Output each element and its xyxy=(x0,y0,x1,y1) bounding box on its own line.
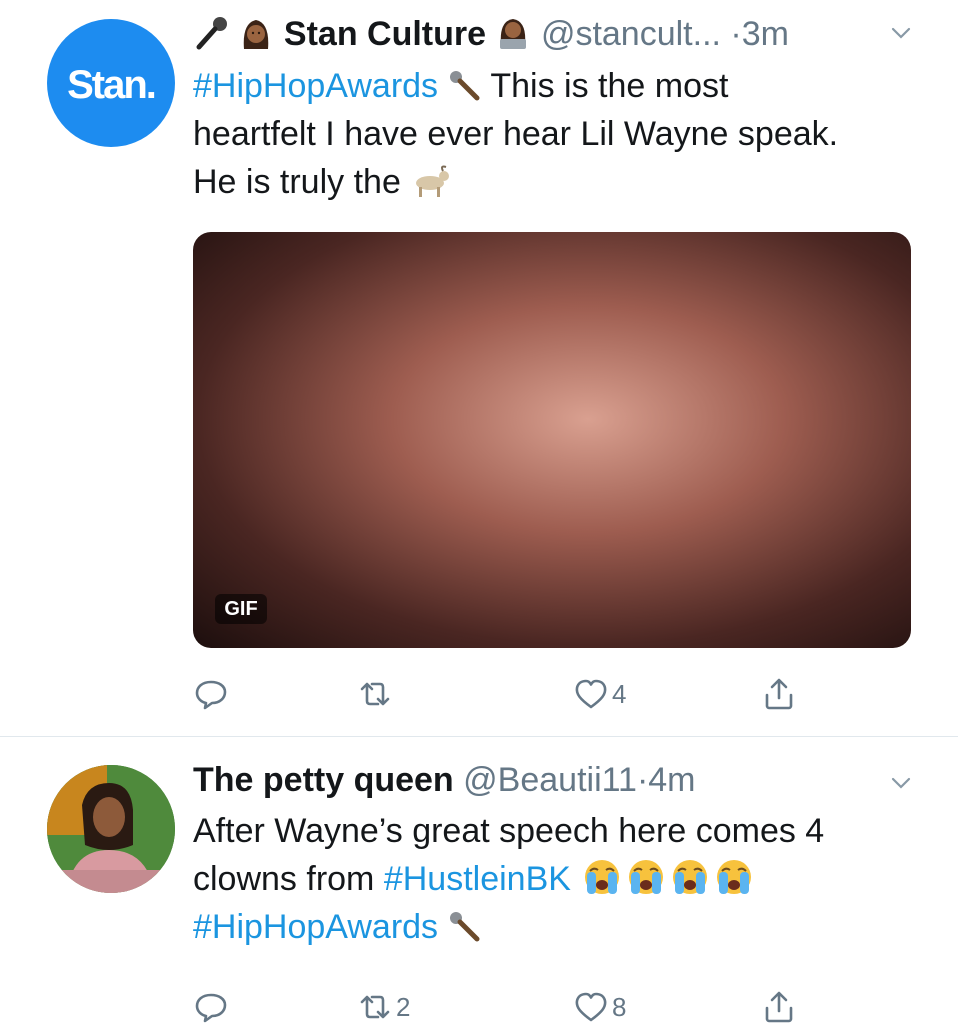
like-button[interactable]: 8 xyxy=(574,987,626,1027)
crying-emoji-row xyxy=(580,860,756,898)
crying-face-emoji-icon xyxy=(673,860,708,894)
tweet-header: The petty queen @Beautii11·4m xyxy=(193,760,696,800)
chevron-down-icon[interactable] xyxy=(890,772,912,794)
like-count: 4 xyxy=(612,678,627,709)
author-handle[interactable]: @Beautii11 xyxy=(463,761,637,799)
microphone-icon xyxy=(196,17,227,50)
tweet-text: After Wayne’s great speech here comes 4 … xyxy=(193,807,933,951)
like-icon xyxy=(575,992,607,1022)
separator-dot: · xyxy=(730,15,742,53)
crying-face-emoji-icon xyxy=(717,860,752,894)
author-name[interactable]: The petty queen xyxy=(193,761,454,799)
reply-icon xyxy=(195,993,227,1023)
timestamp[interactable]: 3m xyxy=(742,15,789,53)
reply-icon xyxy=(195,680,227,710)
like-icon xyxy=(575,679,607,709)
goat-emoji-icon xyxy=(416,165,450,197)
hashtag-link[interactable]: #HipHopAwards xyxy=(193,908,438,946)
tweet-text-line-3: He is truly the xyxy=(193,163,401,201)
share-button[interactable] xyxy=(762,674,796,714)
author-name[interactable]: Stan Culture xyxy=(284,15,486,53)
microphone-emoji-icon xyxy=(449,71,480,101)
gif-badge: GIF xyxy=(215,594,267,624)
retweet-count: 2 xyxy=(396,991,411,1022)
crying-face-emoji-icon xyxy=(629,860,664,894)
retweet-button[interactable]: 2 xyxy=(358,987,410,1027)
share-icon xyxy=(765,991,793,1023)
timestamp[interactable]: 4m xyxy=(648,761,695,799)
share-button[interactable] xyxy=(762,987,796,1027)
tweet-text-line-1: After Wayne’s great speech here comes 4 xyxy=(193,812,825,850)
reply-button[interactable] xyxy=(194,674,228,714)
avatar-logo-text: Stan. xyxy=(67,63,157,107)
tweet-header: Stan Culture @stancult... ·3m xyxy=(193,14,789,54)
chevron-down-icon[interactable] xyxy=(890,22,912,44)
like-button[interactable]: 4 xyxy=(574,674,626,714)
reply-button[interactable] xyxy=(194,987,228,1027)
tweet-text-line-1: This is the most xyxy=(490,67,729,105)
retweet-icon xyxy=(360,682,390,706)
woman-technologist-emoji-icon xyxy=(500,19,527,49)
tweet-petty-queen[interactable]: The petty queen @Beautii11·4m After Wayn… xyxy=(0,737,958,1024)
separator-dot: · xyxy=(636,761,649,799)
like-count: 8 xyxy=(612,991,627,1022)
tweet-text: #HipHopAwards This is the most heartfelt… xyxy=(193,62,933,206)
crying-face-emoji-icon xyxy=(585,860,620,894)
retweet-button[interactable] xyxy=(358,674,396,714)
gif-media[interactable]: GIF xyxy=(193,232,911,648)
avatar-photo xyxy=(47,765,175,893)
woman-emoji-icon xyxy=(244,20,269,49)
tweet-text-line-2: heartfelt I have ever hear Lil Wayne spe… xyxy=(193,115,839,153)
avatar[interactable] xyxy=(47,765,175,893)
avatar[interactable]: Stan. xyxy=(47,19,175,147)
share-icon xyxy=(765,678,793,710)
tweet-stan-culture[interactable]: Stan. Stan Culture @stancult... ·3m #Hip… xyxy=(0,0,958,736)
microphone-emoji-icon xyxy=(449,912,480,942)
tweet-actions: 4 xyxy=(0,674,958,714)
tweet-text-line-2: clowns from xyxy=(193,860,384,898)
author-handle[interactable]: @stancult... xyxy=(541,15,721,53)
tweet-actions: 2 8 xyxy=(0,987,958,1027)
hashtag-link[interactable]: #HipHopAwards xyxy=(193,67,438,105)
retweet-icon xyxy=(360,995,390,1019)
hashtag-link[interactable]: #HustleinBK xyxy=(384,860,571,898)
